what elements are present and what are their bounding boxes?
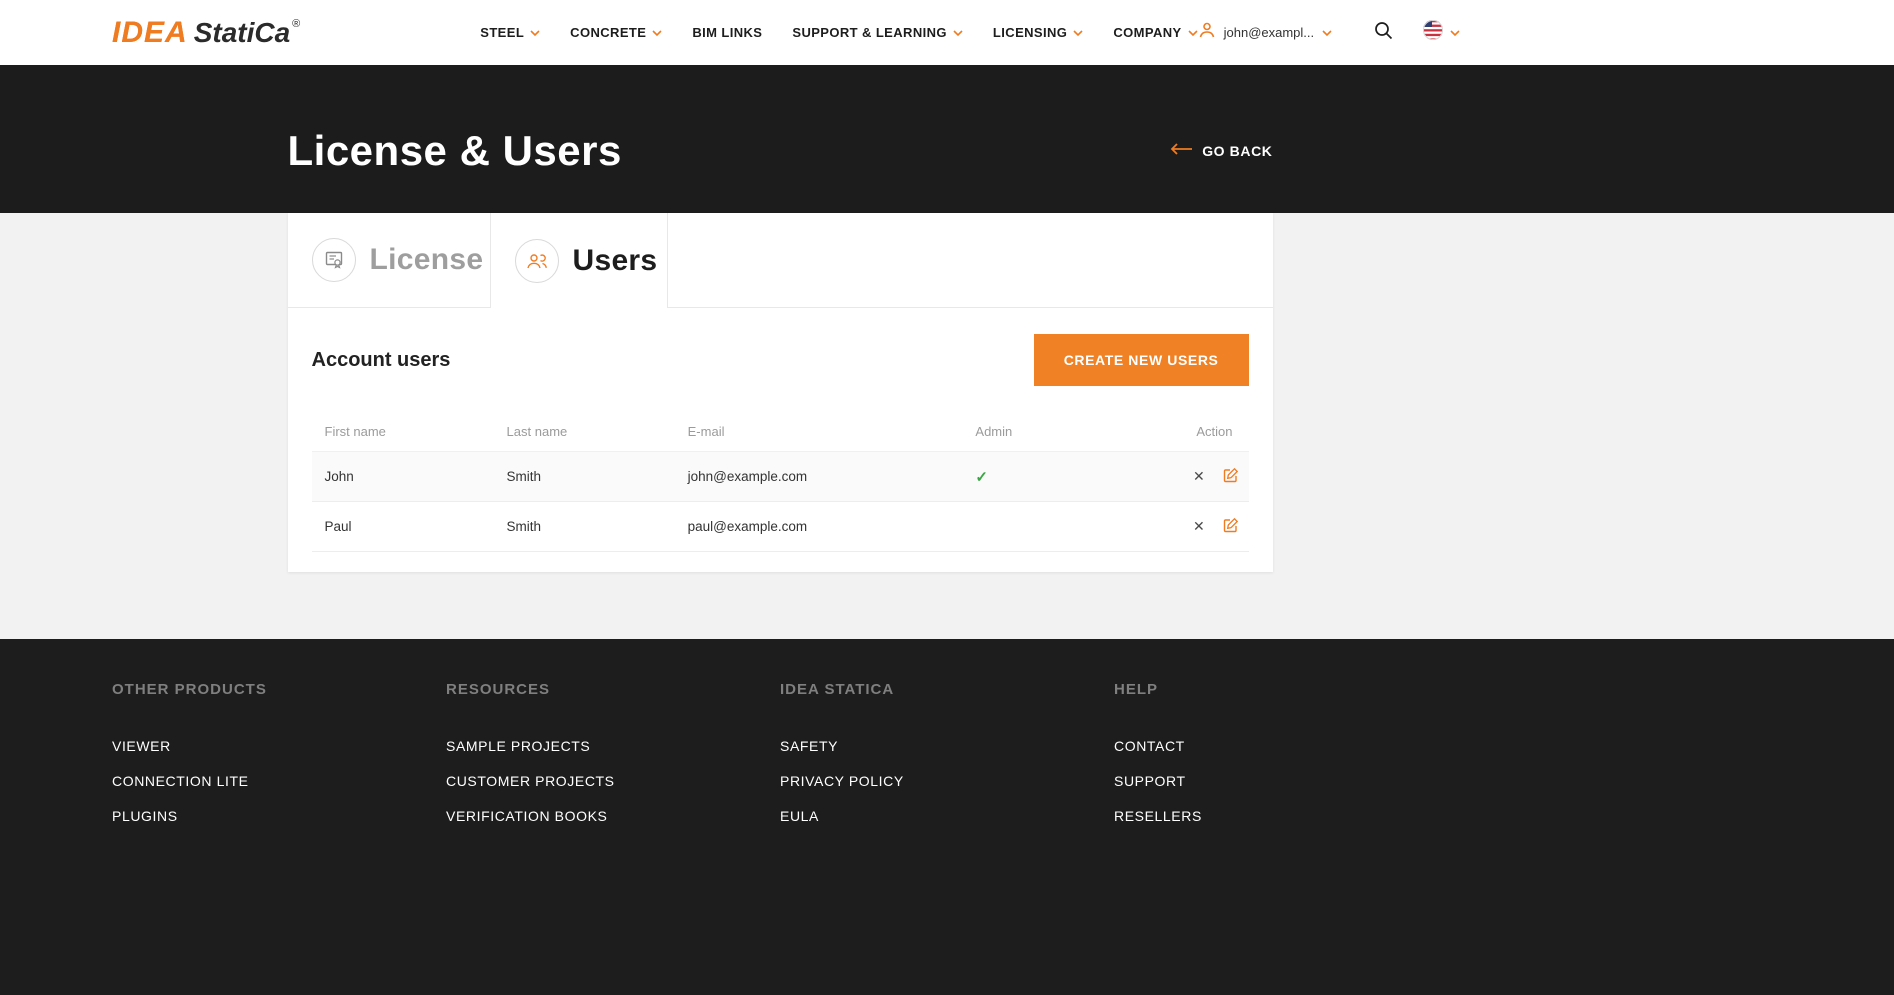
flag-us-icon xyxy=(1423,20,1443,45)
main-content: License Users xyxy=(0,213,1894,639)
cell-last-name: Smith xyxy=(494,452,675,502)
page-title: License & Users xyxy=(288,127,622,175)
table-header-row: First name Last name E-mail Admin Action xyxy=(312,412,1249,452)
footer-col-title: RESOURCES xyxy=(446,681,780,698)
nav-item-bim-links[interactable]: BIM LINKS xyxy=(692,25,762,40)
tab-license[interactable]: License xyxy=(288,213,491,308)
registered-mark: ® xyxy=(292,18,300,30)
table-row: John Smith john@example.com ✓ ✕ xyxy=(312,452,1249,502)
footer-col-title: IDEA STATICA xyxy=(780,681,1114,698)
footer-link-verification-books[interactable]: VERIFICATION BOOKS xyxy=(446,808,780,824)
card-tabs: License Users xyxy=(288,213,1273,308)
nav-item-company[interactable]: COMPANY xyxy=(1113,25,1197,40)
cell-first-name: John xyxy=(312,452,494,502)
footer-col-resources: RESOURCES SAMPLE PROJECTS CUSTOMER PROJE… xyxy=(446,681,780,843)
footer-col-title: OTHER PRODUCTS xyxy=(112,681,446,698)
delete-user-icon[interactable]: ✕ xyxy=(1193,518,1205,535)
footer-link-viewer[interactable]: VIEWER xyxy=(112,738,446,754)
footer-link-customer-projects[interactable]: CUSTOMER PROJECTS xyxy=(446,773,780,789)
nav-item-label: LICENSING xyxy=(993,25,1067,40)
logo-idea-text: IDEA xyxy=(112,16,188,50)
footer-col-help: HELP CONTACT SUPPORT RESELLERS xyxy=(1114,681,1448,843)
table-row: Paul Smith paul@example.com ✕ xyxy=(312,502,1249,552)
chevron-down-icon xyxy=(953,30,963,36)
nav-item-label: CONCRETE xyxy=(570,25,646,40)
search-button[interactable] xyxy=(1374,21,1393,45)
language-selector[interactable] xyxy=(1423,20,1460,45)
admin-check-icon: ✓ xyxy=(975,469,988,486)
edit-user-icon[interactable] xyxy=(1223,517,1239,536)
delete-user-icon[interactable]: ✕ xyxy=(1193,468,1205,485)
col-header-last-name: Last name xyxy=(494,412,675,452)
header-right-group: john@exampl... xyxy=(1198,20,1461,45)
chevron-down-icon xyxy=(530,30,540,36)
footer-link-eula[interactable]: EULA xyxy=(780,808,1114,824)
footer-link-resellers[interactable]: RESELLERS xyxy=(1114,808,1448,824)
cell-first-name: Paul xyxy=(312,502,494,552)
nav-item-support-learning[interactable]: SUPPORT & LEARNING xyxy=(792,25,963,40)
back-arrow-icon xyxy=(1170,142,1192,160)
tabs-filler xyxy=(668,213,1273,308)
user-icon xyxy=(1198,21,1216,44)
chevron-down-icon xyxy=(1073,30,1083,36)
nav-item-steel[interactable]: STEEL xyxy=(480,25,540,40)
col-header-admin: Admin xyxy=(962,412,1180,452)
license-users-card: License Users xyxy=(288,213,1273,572)
user-account-menu[interactable]: john@exampl... xyxy=(1198,21,1333,44)
nav-item-label: SUPPORT & LEARNING xyxy=(792,25,947,40)
brand-logo[interactable]: IDEA StatiCa ® xyxy=(112,16,300,50)
col-header-action: Action xyxy=(1180,412,1249,452)
nav-item-label: STEEL xyxy=(480,25,524,40)
user-email-label: john@exampl... xyxy=(1224,25,1315,40)
users-table: First name Last name E-mail Admin Action… xyxy=(312,412,1249,552)
edit-user-icon[interactable] xyxy=(1223,467,1239,486)
cell-email: paul@example.com xyxy=(675,502,963,552)
footer-link-plugins[interactable]: PLUGINS xyxy=(112,808,446,824)
account-users-heading: Account users xyxy=(312,349,451,372)
nav-item-licensing[interactable]: LICENSING xyxy=(993,25,1083,40)
go-back-button[interactable]: GO BACK xyxy=(1170,142,1272,160)
cell-email: john@example.com xyxy=(675,452,963,502)
create-new-users-button[interactable]: CREATE NEW USERS xyxy=(1034,334,1249,386)
nav-item-label: BIM LINKS xyxy=(692,25,762,40)
go-back-label: GO BACK xyxy=(1202,143,1272,159)
page-footer: OTHER PRODUCTS VIEWER CONNECTION LITE PL… xyxy=(0,639,1894,995)
col-header-email: E-mail xyxy=(675,412,963,452)
main-nav: STEEL CONCRETE BIM LINKS SUPPORT & LEARN… xyxy=(480,25,1197,40)
chevron-down-icon xyxy=(652,30,662,36)
footer-link-connection-lite[interactable]: CONNECTION LITE xyxy=(112,773,446,789)
footer-link-privacy-policy[interactable]: PRIVACY POLICY xyxy=(780,773,1114,789)
col-header-first-name: First name xyxy=(312,412,494,452)
footer-link-contact[interactable]: CONTACT xyxy=(1114,738,1448,754)
footer-col-other-products: OTHER PRODUCTS VIEWER CONNECTION LITE PL… xyxy=(112,681,446,843)
footer-link-sample-projects[interactable]: SAMPLE PROJECTS xyxy=(446,738,780,754)
footer-col-title: HELP xyxy=(1114,681,1448,698)
footer-link-safety[interactable]: SAFETY xyxy=(780,738,1114,754)
logo-statica-text: StatiCa xyxy=(194,17,290,49)
chevron-down-icon xyxy=(1188,30,1198,36)
nav-item-concrete[interactable]: CONCRETE xyxy=(570,25,662,40)
tab-license-label: License xyxy=(370,243,484,277)
tab-users-label: Users xyxy=(573,244,658,278)
tab-users[interactable]: Users xyxy=(491,213,668,308)
chevron-down-icon xyxy=(1450,30,1460,36)
chevron-down-icon xyxy=(1322,30,1332,36)
license-tab-icon xyxy=(312,238,356,282)
top-header: IDEA StatiCa ® STEEL CONCRETE BIM LINKS xyxy=(0,0,1894,65)
search-icon xyxy=(1374,21,1393,45)
nav-item-label: COMPANY xyxy=(1113,25,1181,40)
footer-col-idea-statica: IDEA STATICA SAFETY PRIVACY POLICY EULA xyxy=(780,681,1114,843)
users-tab-icon xyxy=(515,239,559,283)
cell-last-name: Smith xyxy=(494,502,675,552)
footer-link-support[interactable]: SUPPORT xyxy=(1114,773,1448,789)
